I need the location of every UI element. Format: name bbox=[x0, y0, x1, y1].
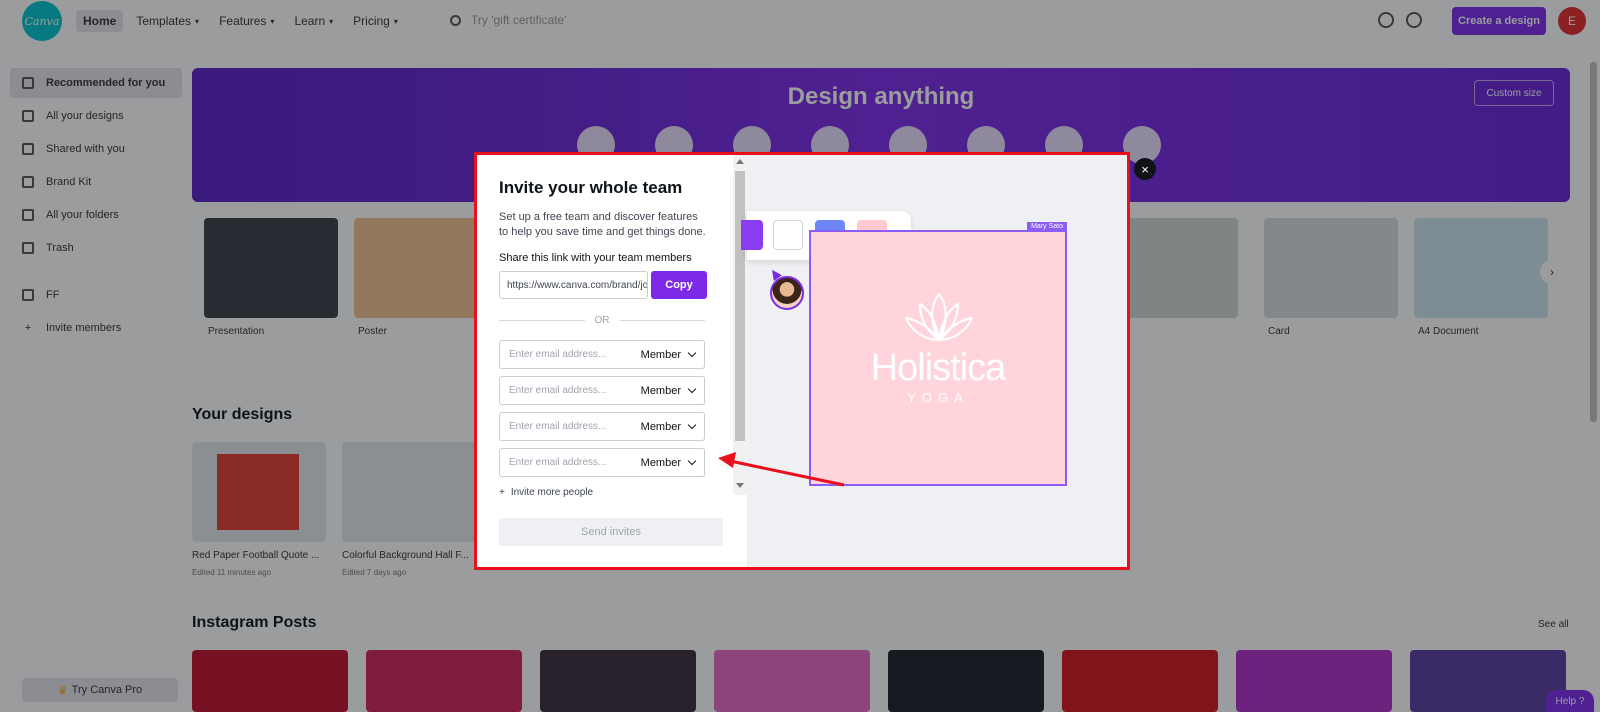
divider-line bbox=[619, 320, 705, 321]
plus-icon: + bbox=[499, 487, 505, 498]
role-label: Member bbox=[640, 348, 681, 361]
role-select[interactable]: Member bbox=[640, 348, 697, 361]
email-placeholder: Enter email address... bbox=[509, 349, 607, 360]
modal-description: Set up a free team and discover features… bbox=[499, 211, 706, 238]
email-placeholder: Enter email address... bbox=[509, 421, 607, 432]
chevron-down-icon bbox=[687, 456, 697, 466]
color-swatch[interactable] bbox=[741, 220, 763, 250]
role-select[interactable]: Member bbox=[640, 420, 697, 433]
brand-name: Holistica bbox=[870, 347, 1007, 389]
or-divider: OR bbox=[499, 315, 705, 326]
modal-scrollbar[interactable] bbox=[733, 155, 747, 495]
scroll-up-icon[interactable] bbox=[736, 159, 744, 164]
role-select[interactable]: Member bbox=[640, 456, 697, 469]
invite-team-modal: Invite your whole team Set up a free tea… bbox=[474, 152, 1156, 570]
email-field[interactable]: Enter email address... Member bbox=[499, 412, 705, 441]
email-field[interactable]: Enter email address... Member bbox=[499, 340, 705, 369]
invite-more-label: Invite more people bbox=[510, 487, 594, 498]
chevron-down-icon bbox=[687, 420, 697, 430]
chevron-down-icon bbox=[687, 384, 697, 394]
scroll-down-icon[interactable] bbox=[736, 483, 744, 488]
role-select[interactable]: Member bbox=[640, 384, 697, 397]
email-field[interactable]: Enter email address... Member bbox=[499, 376, 705, 405]
role-label: Member bbox=[640, 384, 681, 397]
invite-panel: Invite your whole team Set up a free tea… bbox=[477, 155, 747, 567]
brand-subtitle: YOGA bbox=[907, 390, 969, 405]
modal-title: Invite your whole team bbox=[499, 178, 683, 197]
close-icon: × bbox=[1141, 161, 1149, 177]
role-label: Member bbox=[640, 456, 681, 469]
lotus-icon bbox=[904, 292, 974, 342]
chevron-down-icon bbox=[687, 348, 697, 358]
color-swatch[interactable] bbox=[773, 220, 803, 250]
send-invites-button[interactable]: Send invites bbox=[499, 518, 723, 546]
or-label: OR bbox=[594, 315, 610, 326]
share-link-row: https://www.canva.com/brand/join?token= … bbox=[499, 271, 733, 299]
close-button[interactable]: × bbox=[1134, 158, 1156, 180]
share-link-field[interactable]: https://www.canva.com/brand/join?token= bbox=[499, 271, 648, 299]
email-field[interactable]: Enter email address... Member bbox=[499, 448, 705, 477]
invite-more-link[interactable]: + Invite more people bbox=[499, 487, 733, 498]
invite-form: Invite your whole team Set up a free tea… bbox=[477, 155, 733, 505]
scroll-thumb[interactable] bbox=[735, 171, 745, 441]
collaborator-avatar bbox=[770, 276, 804, 310]
role-label: Member bbox=[640, 420, 681, 433]
divider-line bbox=[499, 320, 585, 321]
email-placeholder: Enter email address... bbox=[509, 457, 607, 468]
copy-button[interactable]: Copy bbox=[651, 271, 707, 299]
design-preview: Mary Sato Holistica YOGA bbox=[809, 222, 1067, 486]
email-placeholder: Enter email address... bbox=[509, 385, 607, 396]
collaborator-tag: Mary Sato bbox=[1027, 222, 1067, 232]
share-link-label: Share this link with your team members bbox=[499, 252, 692, 264]
